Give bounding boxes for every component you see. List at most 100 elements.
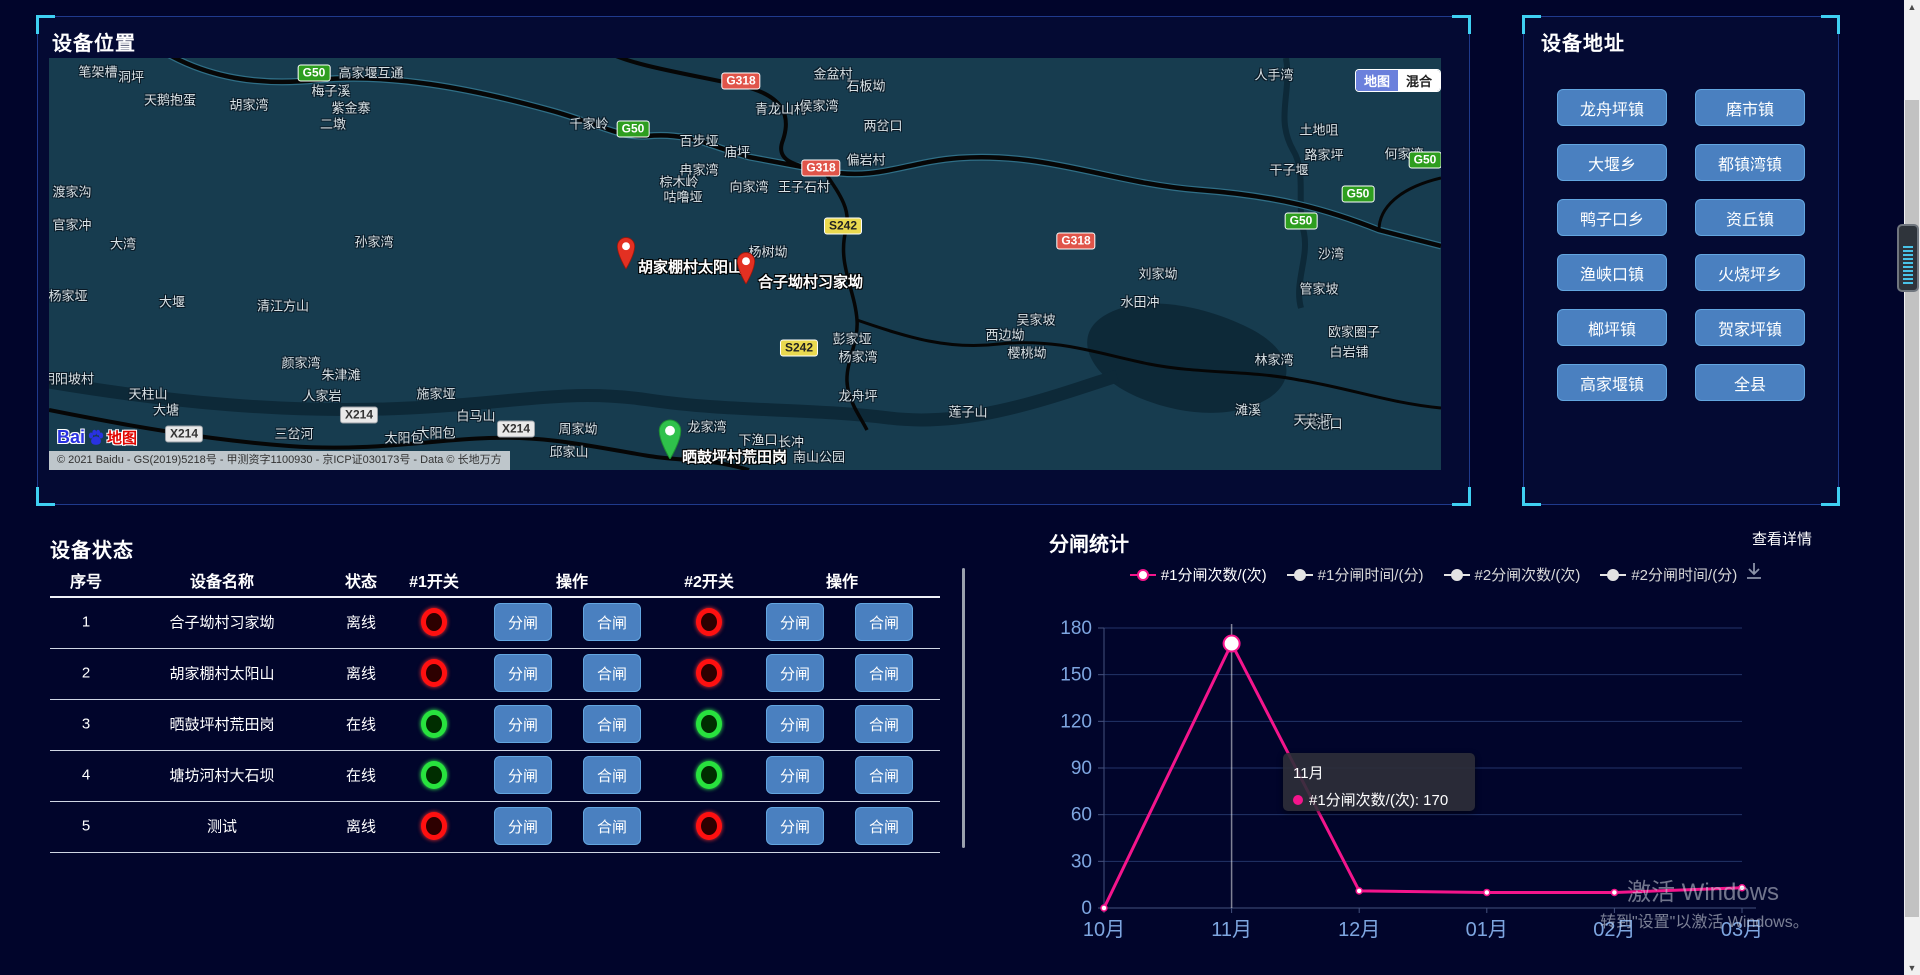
x-axis-tick-label: 10月 [1083, 919, 1125, 941]
map-place-label: 颜家湾 [281, 353, 320, 372]
open-switch-1-button[interactable]: 分闸 [494, 807, 552, 845]
y-axis-tick-label: 180 [1060, 618, 1092, 639]
baidu-logo-ditu: 地图 [107, 427, 137, 448]
open-switch-2-button[interactable]: 分闸 [766, 807, 824, 845]
windows-activation-watermark: 激活 Windows [1627, 872, 1779, 907]
close-switch-2-button[interactable]: 合闸 [855, 705, 913, 743]
map-place-label: 白马山 [456, 406, 495, 425]
row-divider [50, 648, 940, 649]
address-button-渔峡口镇[interactable]: 渔峡口镇 [1557, 254, 1667, 291]
open-switch-2-button[interactable]: 分闸 [766, 705, 824, 743]
map-place-label: 刘家坳 [1138, 264, 1177, 283]
switch-2-indicator-red [696, 812, 722, 840]
device-name: 晒鼓坪村荒田岗 [169, 714, 274, 735]
close-switch-1-button[interactable]: 合闸 [583, 654, 641, 692]
address-button-高家堰镇[interactable]: 高家堰镇 [1557, 364, 1667, 401]
scrollbar-down-arrow[interactable]: ▼ [1904, 961, 1920, 975]
legend-item-1[interactable]: #1分闸时间/(分) [1287, 564, 1424, 585]
osd-level-bar [1903, 270, 1913, 272]
page-scrollbar[interactable]: ▲ ▼ [1904, 0, 1920, 975]
map-pin-label: 晒鼓坪村荒田岗 [682, 446, 787, 467]
open-switch-1-button[interactable]: 分闸 [494, 654, 552, 692]
red-map-pin[interactable] [734, 251, 758, 289]
road-badge-G50: G50 [617, 121, 650, 138]
map-place-label: 天鹅抱蛋 [144, 90, 196, 109]
download-icon[interactable] [1743, 560, 1765, 582]
address-button-都镇湾镇[interactable]: 都镇湾镇 [1695, 144, 1805, 181]
switch-2-indicator-green [696, 710, 722, 738]
road-badge-G50: G50 [1409, 152, 1441, 169]
table-header-0: 序号 [70, 568, 102, 592]
legend-label: #2分闸次数/(次) [1475, 564, 1581, 585]
address-button-龙舟坪镇[interactable]: 龙舟坪镇 [1557, 89, 1667, 126]
table-scrollbar[interactable] [962, 568, 965, 848]
legend-item-3[interactable]: #2分闸时间/(分) [1600, 564, 1737, 585]
x-axis-tick-label: 11月 [1211, 919, 1252, 941]
map-place-label: 侯家湾 [799, 96, 838, 115]
map-place-label: 孙家湾 [354, 232, 393, 251]
table-header-3: #1开关 [409, 568, 459, 592]
close-switch-1-button[interactable]: 合闸 [583, 756, 641, 794]
device-location-title: 设备位置 [52, 27, 136, 56]
map-place-label: 滩溪 [1235, 400, 1261, 419]
close-switch-2-button[interactable]: 合闸 [855, 807, 913, 845]
map-place-label: 咕噜垭 [663, 187, 702, 206]
close-switch-2-button[interactable]: 合闸 [855, 756, 913, 794]
y-axis-tick-label: 30 [1071, 851, 1092, 872]
highlighted-data-point [1224, 636, 1240, 652]
open-switch-2-button[interactable]: 分闸 [766, 756, 824, 794]
osd-level-bar [1903, 266, 1913, 268]
red-map-pin[interactable] [614, 236, 638, 274]
dashboard-root: 设备位置 笔架槽洞坪天鹅抱蛋胡家湾高家堰互通梅子溪紫金寨二墩千家岭青龙山村金盆村… [0, 0, 1920, 975]
road-badge-X214: X214 [340, 407, 378, 424]
green-map-pin[interactable] [655, 418, 685, 464]
map-type-control: 地图 混合 [1356, 70, 1440, 91]
map-place-label: 莲子山 [948, 402, 987, 421]
open-switch-1-button[interactable]: 分闸 [494, 705, 552, 743]
baidu-paw-icon [86, 428, 106, 448]
address-button-grid: 龙舟坪镇磨市镇大堰乡都镇湾镇鸭子口乡资丘镇渔峡口镇火烧坪乡榔坪镇贺家坪镇高家堰镇… [1557, 89, 1805, 401]
road-badge-G318: G318 [801, 160, 840, 177]
scrollbar-up-arrow[interactable]: ▲ [1904, 0, 1920, 14]
tooltip-title: 11月 [1293, 762, 1465, 783]
brightness-osd-overlay [1897, 224, 1919, 292]
address-button-磨市镇[interactable]: 磨市镇 [1695, 89, 1805, 126]
y-axis-tick-label: 60 [1071, 805, 1092, 826]
open-switch-1-button[interactable]: 分闸 [494, 603, 552, 641]
close-switch-1-button[interactable]: 合闸 [583, 807, 641, 845]
y-axis-tick-label: 120 [1060, 711, 1092, 732]
road-badge-S242: S242 [824, 218, 862, 235]
legend-item-2[interactable]: #2分闸次数/(次) [1444, 564, 1581, 585]
close-switch-2-button[interactable]: 合闸 [855, 603, 913, 641]
row-divider [50, 852, 940, 853]
baidu-logo-text: Bai [57, 427, 85, 448]
osd-level-bar [1903, 274, 1913, 276]
map-type-hybrid-button[interactable]: 混合 [1398, 70, 1440, 91]
device-location-panel: 设备位置 笔架槽洞坪天鹅抱蛋胡家湾高家堰互通梅子溪紫金寨二墩千家岭青龙山村金盆村… [37, 16, 1470, 505]
address-button-鸭子口乡[interactable]: 鸭子口乡 [1557, 199, 1667, 236]
legend-marker-icon [1600, 569, 1626, 581]
address-button-火烧坪乡[interactable]: 火烧坪乡 [1695, 254, 1805, 291]
baidu-map[interactable]: 笔架槽洞坪天鹅抱蛋胡家湾高家堰互通梅子溪紫金寨二墩千家岭青龙山村金盆村石板坳侯家… [49, 58, 1441, 470]
open-switch-2-button[interactable]: 分闸 [766, 654, 824, 692]
road-badge-G50: G50 [298, 65, 331, 82]
close-switch-1-button[interactable]: 合闸 [583, 705, 641, 743]
address-button-全县[interactable]: 全县 [1695, 364, 1805, 401]
device-status: 在线 [346, 765, 376, 786]
legend-item-0[interactable]: #1分闸次数/(次) [1130, 564, 1267, 585]
close-switch-2-button[interactable]: 合闸 [855, 654, 913, 692]
map-place-label: 白岩铺 [1329, 342, 1368, 361]
close-switch-1-button[interactable]: 合闸 [583, 603, 641, 641]
scrollbar-thumb[interactable] [1905, 100, 1919, 917]
map-pin-label: 胡家棚村太阳山 [638, 256, 743, 277]
address-button-榔坪镇[interactable]: 榔坪镇 [1557, 309, 1667, 346]
map-place-label: 胡家湾 [229, 95, 268, 114]
map-type-map-button[interactable]: 地图 [1356, 70, 1398, 91]
address-button-资丘镇[interactable]: 资丘镇 [1695, 199, 1805, 236]
open-switch-2-button[interactable]: 分闸 [766, 603, 824, 641]
legend-dot [1451, 569, 1463, 581]
open-switch-1-button[interactable]: 分闸 [494, 756, 552, 794]
address-button-大堰乡[interactable]: 大堰乡 [1557, 144, 1667, 181]
view-details-link[interactable]: 查看详情 [1752, 528, 1812, 549]
address-button-贺家坪镇[interactable]: 贺家坪镇 [1695, 309, 1805, 346]
